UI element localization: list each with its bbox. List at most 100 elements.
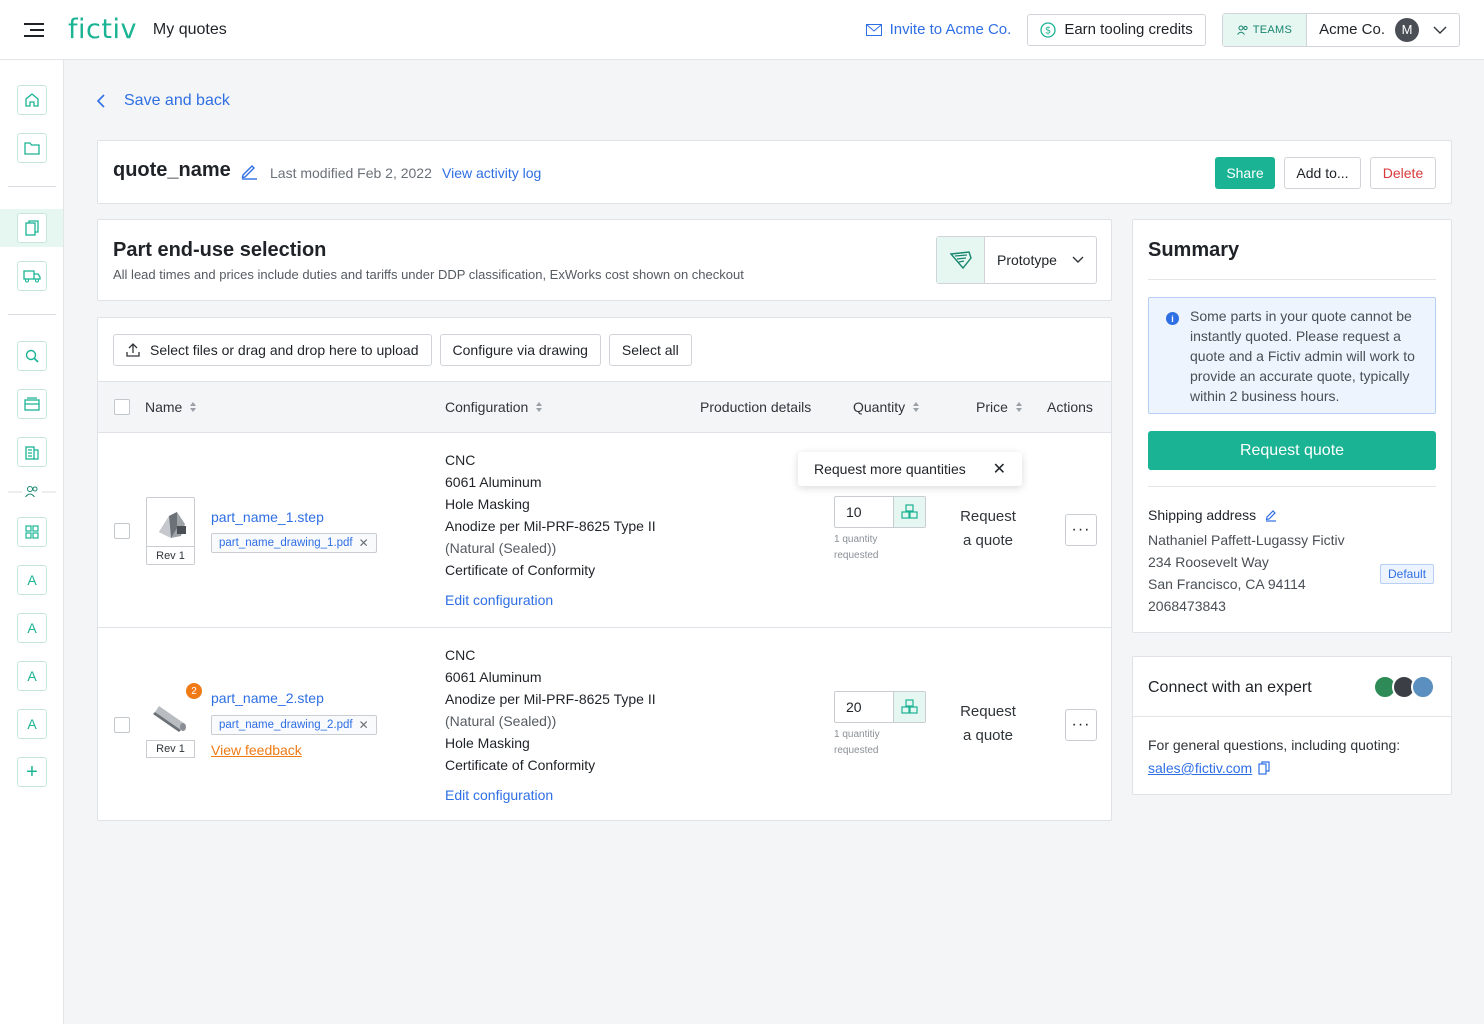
address-line: 234 Roosevelt Way xyxy=(1148,554,1269,570)
grid-icon xyxy=(25,525,39,539)
shipping-address: Nathaniel Paffett-Lugassy Fictiv 234 Roo… xyxy=(1148,529,1345,617)
pencil-icon[interactable] xyxy=(1264,508,1278,522)
sidebar-item-orders[interactable] xyxy=(17,261,47,291)
table-row: Rev 1 2 part_name_2.step part_name_drawi… xyxy=(98,627,1111,821)
dollar-icon: $ xyxy=(1040,21,1056,38)
view-feedback-link[interactable]: View feedback xyxy=(211,742,302,758)
col-name-label: Name xyxy=(145,399,183,415)
sidebar-item-search[interactable] xyxy=(17,341,47,371)
sidebar-item-account-3[interactable]: A xyxy=(17,661,47,691)
col-quantity-label: Quantity xyxy=(853,399,906,415)
summary-title: Summary xyxy=(1148,239,1240,261)
sidebar-item-company[interactable] xyxy=(17,437,47,467)
default-badge: Default xyxy=(1380,564,1435,584)
sidebar-item-quotes[interactable] xyxy=(17,213,47,243)
sort-icon xyxy=(1015,402,1022,412)
logo[interactable]: fictiv xyxy=(68,14,137,45)
select-all-button[interactable]: Select all xyxy=(608,334,692,366)
remove-drawing-icon[interactable]: ✕ xyxy=(359,718,369,732)
col-configuration[interactable]: Configuration xyxy=(445,399,543,415)
drawing-tag[interactable]: part_name_drawing_1.pdf ✕ xyxy=(211,533,377,553)
select-all-checkbox[interactable] xyxy=(114,399,130,415)
divider xyxy=(1148,486,1436,487)
sidebar-item-apps[interactable] xyxy=(17,517,47,547)
more-actions-button[interactable]: ··· xyxy=(1065,709,1097,741)
activity-log-link[interactable]: View activity log xyxy=(442,165,541,181)
revision-label: Rev 1 xyxy=(147,546,194,564)
last-modified: Last modified Feb 2, 2022 xyxy=(270,165,432,181)
avatar[interactable]: M xyxy=(1395,17,1419,42)
more-quantities-icon[interactable] xyxy=(893,497,925,527)
invite-link[interactable]: Invite to Acme Co. xyxy=(865,21,1011,38)
part-file-link[interactable]: part_name_1.step xyxy=(211,509,324,525)
configuration-list: CNC 6061 Aluminum Hole Masking Anodize p… xyxy=(445,449,656,581)
teams-label: TEAMS xyxy=(1252,23,1293,36)
sidebar-item-account-2[interactable]: A xyxy=(17,613,47,643)
menu-icon[interactable] xyxy=(24,22,44,38)
top-bar: fictiv My quotes Invite to Acme Co. $ Ea… xyxy=(0,0,1484,60)
more-quantities-icon[interactable] xyxy=(893,692,925,722)
row-checkbox[interactable] xyxy=(114,717,130,733)
address-line: San Francisco, CA 94114 xyxy=(1148,576,1306,592)
chevron-left-icon xyxy=(96,94,105,108)
part-image xyxy=(159,512,186,538)
configure-via-drawing-button[interactable]: Configure via drawing xyxy=(439,334,601,366)
sidebar: A A A A + xyxy=(0,60,64,1024)
part-file-link[interactable]: part_name_2.step xyxy=(211,690,324,706)
share-button[interactable]: Share xyxy=(1215,157,1275,189)
end-use-subtitle: All lead times and prices include duties… xyxy=(113,267,744,282)
quantity-input[interactable]: 20 xyxy=(834,691,926,723)
pencil-icon[interactable] xyxy=(239,162,259,180)
drawing-tag[interactable]: part_name_drawing_2.pdf ✕ xyxy=(211,715,377,735)
sidebar-item-account-4[interactable]: A xyxy=(17,709,47,739)
back-label: Save and back xyxy=(124,92,230,109)
sort-icon xyxy=(913,402,920,412)
part-thumbnail[interactable]: Rev 1 xyxy=(146,691,195,759)
part-thumbnail[interactable]: Rev 1 xyxy=(146,497,195,565)
table-header: Name Configuration Production details Qu… xyxy=(98,381,1111,433)
config-process: CNC xyxy=(445,452,476,468)
config-finish-detail: (Natural (Sealed)) xyxy=(445,540,557,556)
price-line: Request xyxy=(960,508,1016,525)
sales-email-link[interactable]: sales@fictiv.com xyxy=(1148,760,1270,776)
tooltip-text: Request more quantities xyxy=(814,461,966,477)
sort-icon xyxy=(190,402,197,412)
org-switcher[interactable]: TEAMS Acme Co. M xyxy=(1221,12,1460,47)
delete-button[interactable]: Delete xyxy=(1370,157,1436,189)
upload-button[interactable]: Select files or drag and drop here to up… xyxy=(113,334,432,366)
earn-credits-button[interactable]: $ Earn tooling credits xyxy=(1027,13,1206,46)
col-price[interactable]: Price xyxy=(976,399,1022,415)
price-line: a quote xyxy=(962,532,1014,549)
remove-drawing-icon[interactable]: ✕ xyxy=(359,536,369,550)
copy-icon[interactable] xyxy=(1258,761,1270,775)
config-finish: Anodize per Mil-PRF-8625 Type II xyxy=(445,518,656,534)
chevron-down-icon[interactable] xyxy=(1433,26,1447,34)
more-actions-button[interactable]: ··· xyxy=(1065,514,1097,546)
request-quote-button[interactable]: Request quote xyxy=(1148,431,1436,470)
quantity-note-line: requested xyxy=(834,550,879,561)
sidebar-item-files[interactable] xyxy=(17,133,47,163)
sidebar-item-add[interactable]: + xyxy=(17,757,47,787)
teams-tag: TEAMS xyxy=(1222,13,1308,46)
row-checkbox[interactable] xyxy=(114,523,130,539)
info-text: Some parts in your quote cannot be insta… xyxy=(1190,308,1415,404)
col-name[interactable]: Name xyxy=(145,399,197,415)
summary-card: Summary i Some parts in your quote canno… xyxy=(1132,219,1452,633)
prototype-icon xyxy=(937,237,985,283)
add-to-button[interactable]: Add to... xyxy=(1284,157,1361,189)
edit-configuration-link[interactable]: Edit configuration xyxy=(445,787,553,803)
sidebar-item-inbox[interactable] xyxy=(17,389,47,419)
edit-configuration-link[interactable]: Edit configuration xyxy=(445,592,553,608)
truck-icon xyxy=(23,270,41,283)
save-and-back-link[interactable]: Save and back xyxy=(96,92,230,110)
close-icon[interactable]: ✕ xyxy=(993,459,1006,479)
shipping-address-label: Shipping address xyxy=(1148,507,1278,523)
col-quantity[interactable]: Quantity xyxy=(853,399,920,415)
quantity-input[interactable]: 10 xyxy=(834,496,926,528)
end-use-select[interactable]: Prototype xyxy=(936,236,1097,284)
quantity-note-line: 1 quantitiy xyxy=(834,729,880,740)
divider xyxy=(1148,279,1436,280)
sidebar-item-home[interactable] xyxy=(17,85,47,115)
sidebar-item-account-1[interactable]: A xyxy=(17,565,47,595)
home-icon xyxy=(25,93,39,107)
